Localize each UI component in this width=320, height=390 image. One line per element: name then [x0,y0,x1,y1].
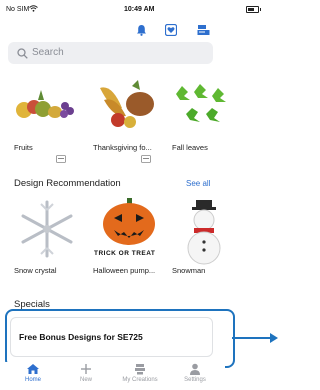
annotation-arrow [232,337,272,339]
thanksgiving-thumbnail[interactable] [92,78,154,138]
home-icon [27,364,39,374]
wifi-icon [29,5,38,12]
category-label: Fruits [14,143,33,152]
machine-icon[interactable] [197,23,210,36]
search-bar[interactable]: Search [8,42,213,64]
snow-crystal-thumbnail[interactable] [14,196,74,258]
tab-label: Home [24,377,41,383]
tab-label: Settings [184,377,206,383]
tab-label: My Creations [122,377,158,383]
search-icon [17,48,28,59]
tab-new[interactable]: New [66,363,106,390]
clock: 10:49 AM [124,6,155,13]
fall-leaves-thumbnail[interactable] [172,82,232,142]
fruits-thumbnail[interactable] [10,82,74,142]
tab-my-creations[interactable]: My Creations [118,363,162,390]
tab-home[interactable]: Home [13,363,53,390]
plus-icon [81,364,91,374]
annotation-arrow-head [270,333,278,343]
machine-icon [56,155,66,163]
section-title: Design Recommendation [14,178,121,189]
tab-label: New [79,377,92,383]
favorites-icon[interactable] [164,23,177,36]
recommendation-label: Halloween pump... [93,266,156,275]
search-placeholder: Search [32,47,64,58]
notification-bell-icon[interactable] [135,23,148,36]
category-label: Thanksgiving fo... [93,143,152,152]
see-all-link[interactable]: See all [186,179,210,188]
battery-icon [246,6,261,13]
pumpkin-caption: TRICK OR TREAT [94,250,156,257]
status-bar: No SIM 10:49 AM [0,0,281,18]
creations-icon [135,364,145,375]
snowman-thumbnail[interactable] [180,196,240,265]
tab-settings[interactable]: Settings [175,363,215,390]
recommendation-label: Snow crystal [14,266,57,275]
carrier-label: No SIM [6,6,30,13]
recommendation-label: Snowman [172,266,206,275]
machine-icon [141,155,151,163]
halloween-pumpkin-thumbnail[interactable] [96,196,156,256]
person-icon [190,363,200,375]
category-label: Fall leaves [172,143,208,152]
highlight-outline [5,309,235,368]
